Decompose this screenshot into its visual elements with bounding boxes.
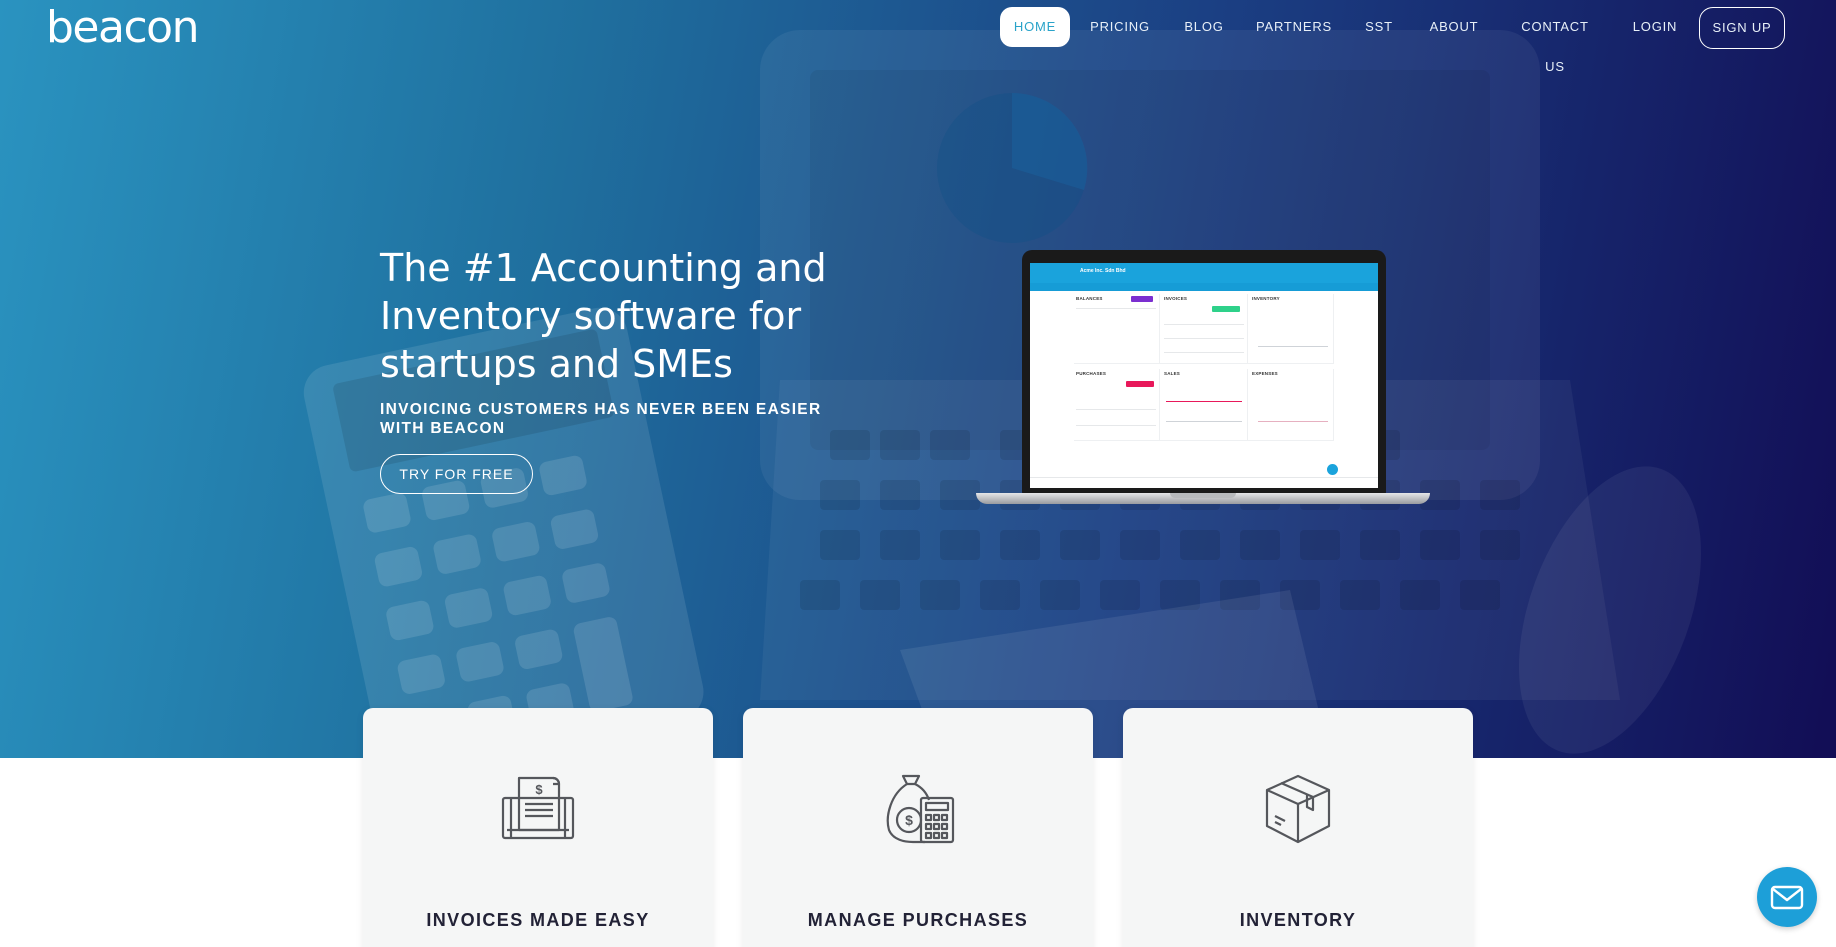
panel-purchases-label: PURCHASES [1076, 371, 1107, 376]
hero-subheadline: INVOICING CUSTOMERS HAS NEVER BEEN EASIE… [380, 401, 822, 437]
svg-text:$: $ [535, 782, 543, 797]
chat-button[interactable] [1757, 867, 1817, 927]
nav-pricing[interactable]: PRICING [1085, 7, 1155, 47]
panel-purchases: PURCHASES [1074, 369, 1160, 441]
laptop-screen-frame: Acme Inc. Sdn Bhd BALANCES INVOICES INVE… [1022, 250, 1386, 494]
feature-card-invoices[interactable]: $ INVOICES MADE EASY [363, 708, 713, 947]
purchases-row-1 [1076, 409, 1156, 410]
sales-trend-line [1166, 401, 1242, 402]
panel-inventory: INVENTORY [1248, 294, 1334, 364]
invoices-row-1 [1164, 324, 1244, 325]
panel-expenses: EXPENSES [1248, 369, 1334, 441]
nav-blog[interactable]: BLOG [1180, 7, 1228, 47]
sales-axis [1166, 421, 1242, 422]
feature-title-purchases: MANAGE PURCHASES [807, 910, 1029, 930]
money-bag-calculator-icon: $ [886, 774, 955, 844]
laptop-notch [1170, 493, 1236, 498]
mail-icon [1770, 885, 1804, 910]
balances-row [1076, 308, 1156, 309]
panel-invoices-label: INVOICES [1164, 296, 1188, 301]
nav-sst[interactable]: SST [1360, 7, 1398, 47]
svg-text:$: $ [905, 812, 913, 828]
invoices-row-2 [1164, 338, 1244, 339]
hero-background-image [303, 30, 1702, 758]
dashboard-company-name: Acme Inc. Sdn Bhd [1080, 268, 1126, 274]
try-for-free-button[interactable]: TRY FOR FREE [380, 454, 533, 494]
panel-invoices: INVOICES [1160, 294, 1248, 364]
nav-about[interactable]: ABOUT [1425, 7, 1483, 47]
panel-balances-label: BALANCES [1076, 296, 1103, 301]
balances-chip [1131, 296, 1153, 302]
invoices-chip [1212, 306, 1240, 312]
expenses-axis [1258, 421, 1328, 422]
nav-home[interactable]: HOME [1000, 7, 1070, 47]
feature-title-invoices: INVOICES MADE EASY [426, 910, 650, 930]
invoice-printer-icon: $ [501, 776, 575, 840]
hero-section: beacon HOME PRICING BLOG PARTNERS SST AB… [0, 0, 1836, 758]
dashboard-chat-fab [1327, 464, 1338, 475]
hero-headline: The #1 Accounting and Inventory software… [380, 246, 827, 386]
nav-login[interactable]: LOGIN [1630, 7, 1680, 47]
purchases-row-2 [1076, 425, 1156, 426]
invoices-row-3 [1164, 352, 1244, 353]
main-nav: HOME PRICING BLOG PARTNERS SST ABOUT CON… [0, 7, 1836, 74]
dashboard-footer-line [1030, 477, 1378, 478]
feature-card-inventory[interactable]: INVENTORY [1123, 708, 1473, 947]
feature-title-inventory: INVENTORY [1239, 910, 1357, 930]
panel-sales-label: SALES [1164, 371, 1181, 376]
signup-button[interactable]: SIGN UP [1699, 7, 1785, 49]
laptop-mockup: Acme Inc. Sdn Bhd BALANCES INVOICES INVE… [976, 250, 1430, 508]
purchases-chip [1126, 381, 1154, 387]
panel-expenses-label: EXPENSES [1252, 371, 1278, 376]
nav-partners[interactable]: PARTNERS [1255, 7, 1333, 47]
panel-balances: BALANCES [1074, 294, 1160, 364]
nav-contact-us[interactable]: CONTACT US [1510, 7, 1600, 74]
feature-card-purchases[interactable]: $ MANAGE PURCHASES [743, 708, 1093, 947]
package-box-icon [1265, 774, 1331, 844]
panel-inventory-label: INVENTORY [1252, 296, 1280, 301]
dashboard-nav [1030, 283, 1378, 291]
inventory-axis [1258, 346, 1328, 347]
dashboard-preview: Acme Inc. Sdn Bhd BALANCES INVOICES INVE… [1030, 263, 1378, 488]
panel-sales: SALES [1160, 369, 1248, 441]
